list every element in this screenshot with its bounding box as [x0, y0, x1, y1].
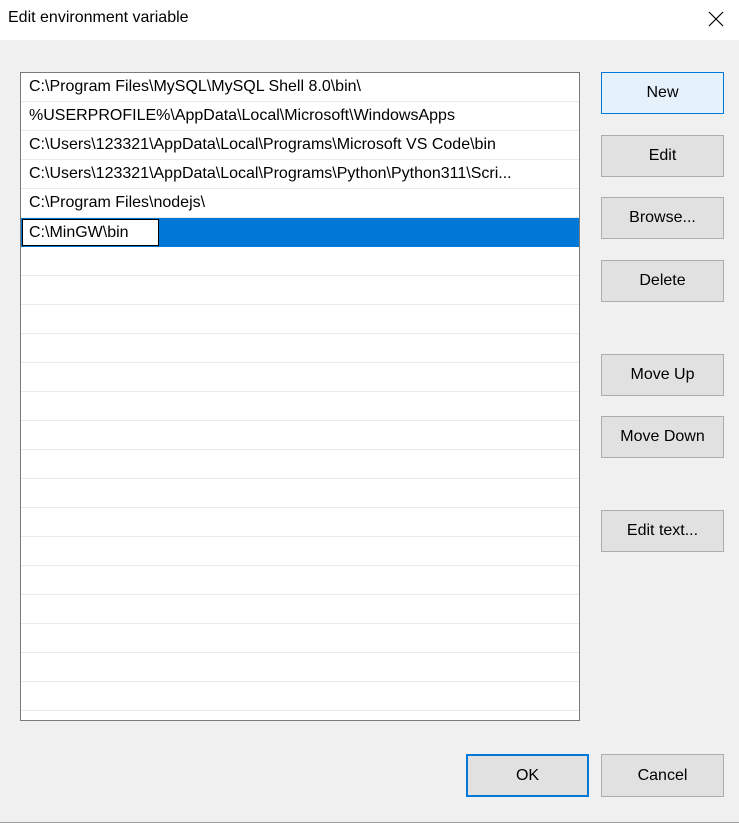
list-item-empty[interactable] [21, 653, 579, 682]
close-button[interactable] [693, 0, 739, 38]
list-item-empty[interactable] [21, 624, 579, 653]
path-list[interactable]: C:\Program Files\MySQL\MySQL Shell 8.0\b… [20, 72, 580, 721]
cancel-button[interactable]: Cancel [601, 754, 724, 797]
move-down-button[interactable]: Move Down [601, 416, 724, 458]
list-item-empty[interactable] [21, 276, 579, 305]
list-item[interactable]: C:\Program Files\MySQL\MySQL Shell 8.0\b… [21, 73, 579, 102]
list-item-empty[interactable] [21, 392, 579, 421]
list-item-empty[interactable] [21, 508, 579, 537]
move-up-button[interactable]: Move Up [601, 354, 724, 396]
list-item[interactable]: %USERPROFILE%\AppData\Local\Microsoft\Wi… [21, 102, 579, 131]
list-item-empty[interactable] [21, 363, 579, 392]
list-item-empty[interactable] [21, 450, 579, 479]
list-item-edit-field[interactable] [22, 219, 159, 246]
list-item-empty[interactable] [21, 537, 579, 566]
list-item-empty[interactable] [21, 247, 579, 276]
edit-text-button[interactable]: Edit text... [601, 510, 724, 552]
list-item[interactable]: C:\Users\123321\AppData\Local\Programs\P… [21, 160, 579, 189]
window-title: Edit environment variable [8, 9, 189, 26]
list-item-empty[interactable] [21, 595, 579, 624]
title-bar: Edit environment variable [0, 0, 739, 40]
list-item[interactable]: C:\Users\123321\AppData\Local\Programs\M… [21, 131, 579, 160]
browse-button[interactable]: Browse... [601, 197, 724, 239]
list-item-empty[interactable] [21, 479, 579, 508]
list-item-selected[interactable] [21, 218, 579, 247]
list-item-empty[interactable] [21, 682, 579, 711]
delete-button[interactable]: Delete [601, 260, 724, 302]
ok-button[interactable]: OK [466, 754, 589, 797]
new-button[interactable]: New [601, 72, 724, 114]
list-item-empty[interactable] [21, 566, 579, 595]
list-item-empty[interactable] [21, 305, 579, 334]
list-item-empty[interactable] [21, 334, 579, 363]
list-item[interactable]: C:\Program Files\nodejs\ [21, 189, 579, 218]
edit-environment-variable-dialog: Edit environment variable C:\Program Fil… [0, 0, 739, 823]
edit-button[interactable]: Edit [601, 135, 724, 177]
list-item-empty[interactable] [21, 421, 579, 450]
close-icon [708, 11, 724, 27]
